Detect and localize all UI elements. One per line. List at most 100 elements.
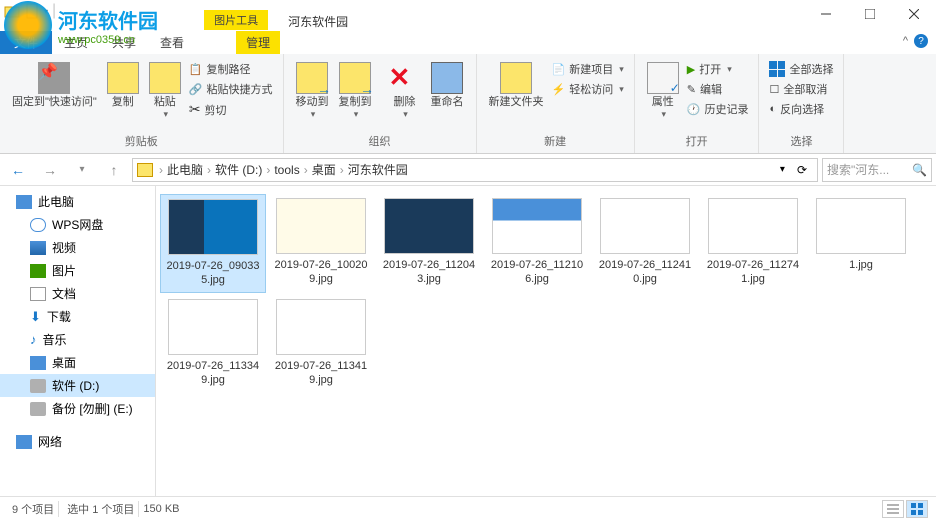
forward-button[interactable]: →	[36, 158, 64, 182]
recent-locations-button[interactable]: ▾	[68, 158, 96, 182]
nav-network[interactable]: 网络	[0, 430, 155, 453]
select-all-button[interactable]: 全部选择	[767, 60, 835, 78]
drive-icon	[30, 402, 46, 416]
properties-icon[interactable]	[24, 3, 40, 19]
thumbnails-view-button[interactable]	[906, 500, 928, 518]
documents-icon	[30, 287, 46, 301]
folder-icon[interactable]	[4, 3, 20, 19]
nav-drive-d[interactable]: 软件 (D:)	[0, 374, 155, 397]
history-button[interactable]: 🕐历史记录	[685, 100, 751, 118]
paste-button[interactable]: 粘贴 ▾	[145, 60, 185, 122]
breadcrumb[interactable]: 河东软件园	[346, 161, 410, 178]
nav-desktop[interactable]: 桌面	[0, 351, 155, 374]
maximize-button[interactable]	[848, 0, 892, 28]
ribbon-group-new: 新建文件夹 📄新建项目▾ ⚡轻松访问▾ 新建	[477, 54, 635, 153]
nav-this-pc[interactable]: 此电脑	[0, 190, 155, 213]
nav-music[interactable]: ♪音乐	[0, 328, 155, 351]
video-icon	[30, 241, 46, 255]
paste-shortcut-button[interactable]: 🔗粘贴快捷方式	[187, 80, 275, 98]
rename-button[interactable]: 重命名	[427, 60, 468, 111]
ribbon-group-clipboard: 📌 固定到"快速访问" 复制 粘贴 ▾ 📋复制路径 🔗粘贴快捷方式 ✂剪切 剪贴…	[0, 54, 284, 153]
tab-file[interactable]: 文件	[0, 31, 52, 54]
breadcrumb[interactable]: tools	[272, 163, 301, 177]
select-all-icon	[769, 61, 785, 77]
copy-path-button[interactable]: 📋复制路径	[187, 60, 275, 78]
file-item[interactable]: 1.jpg	[808, 194, 914, 293]
navigation-pane: 此电脑 WPS网盘 视频 图片 文档 ⬇下载 ♪音乐 桌面 软件 (D:) 备份…	[0, 186, 156, 496]
thumbnail	[276, 198, 366, 254]
pin-to-quick-access-button[interactable]: 📌 固定到"快速访问"	[8, 60, 101, 111]
nav-videos[interactable]: 视频	[0, 236, 155, 259]
invert-selection-button[interactable]: ◐反向选择	[767, 100, 835, 118]
move-to-button[interactable]: 移动到 ▾	[292, 60, 333, 122]
new-folder-button[interactable]: 新建文件夹	[485, 60, 548, 111]
new-item-button[interactable]: 📄新建项目▾	[550, 60, 626, 78]
close-button[interactable]	[892, 0, 936, 28]
file-item[interactable]: 2019-07-26_112741.jpg	[700, 194, 806, 293]
nav-downloads[interactable]: ⬇下载	[0, 305, 155, 328]
file-item[interactable]: 2019-07-26_112106.jpg	[484, 194, 590, 293]
file-label: 1.jpg	[849, 258, 873, 272]
search-input[interactable]: 搜索"河东... 🔍	[822, 158, 932, 182]
minimize-button[interactable]	[804, 0, 848, 28]
qat-dropdown-icon[interactable]: ▾	[44, 7, 48, 16]
details-view-button[interactable]	[882, 500, 904, 518]
up-button[interactable]: ↑	[100, 158, 128, 182]
thumbnail	[276, 299, 366, 355]
file-label: 2019-07-26_112410.jpg	[596, 258, 694, 287]
open-icon: ▶	[687, 63, 695, 76]
tab-view[interactable]: 查看	[148, 31, 196, 54]
file-label: 2019-07-26_112106.jpg	[488, 258, 586, 287]
group-label-organize: 组织	[292, 131, 468, 151]
drive-icon	[30, 379, 46, 393]
pin-icon: 📌	[38, 62, 70, 94]
copy-to-button[interactable]: 复制到 ▾	[335, 60, 376, 122]
copy-button[interactable]: 复制	[103, 60, 143, 111]
address-bar[interactable]: › 此电脑 › 软件 (D:) › tools › 桌面 › 河东软件园 ▾ ⟳	[132, 158, 818, 182]
breadcrumb[interactable]: 软件 (D:)	[213, 161, 264, 178]
easy-access-button[interactable]: ⚡轻松访问▾	[550, 80, 626, 98]
breadcrumb[interactable]: 此电脑	[165, 161, 205, 178]
file-item[interactable]: 2019-07-26_112410.jpg	[592, 194, 698, 293]
cut-button[interactable]: ✂剪切	[187, 100, 275, 119]
nav-documents[interactable]: 文档	[0, 282, 155, 305]
delete-button[interactable]: ✕ 删除 ▾	[385, 60, 425, 122]
rename-icon	[431, 62, 463, 94]
copy-to-icon	[339, 62, 371, 94]
file-item[interactable]: 2019-07-26_112043.jpg	[376, 194, 482, 293]
breadcrumb[interactable]: 桌面	[310, 161, 338, 178]
back-button[interactable]: ←	[4, 158, 32, 182]
nav-pictures[interactable]: 图片	[0, 259, 155, 282]
file-item[interactable]: 2019-07-26_113349.jpg	[160, 295, 266, 392]
chevron-down-icon: ▾	[164, 109, 169, 120]
edit-button[interactable]: ✎编辑	[685, 80, 751, 98]
file-view[interactable]: 2019-07-26_090335.jpg2019-07-26_100209.j…	[156, 186, 936, 496]
history-icon: 🕐	[687, 103, 701, 116]
file-item[interactable]: 2019-07-26_100209.jpg	[268, 194, 374, 293]
properties-button[interactable]: 属性 ▾	[643, 60, 683, 122]
tab-share[interactable]: 共享	[100, 31, 148, 54]
tab-home[interactable]: 主页	[52, 31, 100, 54]
open-button[interactable]: ▶打开▾	[685, 60, 751, 78]
tab-manage[interactable]: 管理	[236, 31, 280, 54]
file-item[interactable]: 2019-07-26_090335.jpg	[160, 194, 266, 293]
ribbon-tabs: 文件 主页 共享 查看 管理 ^ ?	[0, 30, 936, 54]
address-bar-row: ← → ▾ ↑ › 此电脑 › 软件 (D:) › tools › 桌面 › 河…	[0, 154, 936, 186]
help-icon[interactable]: ?	[914, 34, 928, 48]
group-label-select: 选择	[767, 131, 835, 151]
new-item-icon: 📄	[552, 63, 566, 76]
file-item[interactable]: 2019-07-26_113419.jpg	[268, 295, 374, 392]
ribbon-collapse-icon[interactable]: ^	[903, 35, 908, 47]
window-title: 河东软件园	[288, 13, 348, 30]
select-none-button[interactable]: ☐全部取消	[767, 80, 835, 98]
nav-wps[interactable]: WPS网盘	[0, 213, 155, 236]
group-label-clipboard: 剪贴板	[8, 131, 275, 151]
refresh-icon[interactable]: ⟳	[791, 163, 813, 177]
ribbon-group-organize: 移动到 ▾ 复制到 ▾ ✕ 删除 ▾ 重命名 组织	[284, 54, 477, 153]
status-size: 150 KB	[143, 503, 179, 515]
easy-access-icon: ⚡	[552, 83, 566, 96]
thumbnail	[384, 198, 474, 254]
qat-separator: |	[52, 2, 56, 20]
nav-drive-e[interactable]: 备份 [勿删] (E:)	[0, 397, 155, 420]
dropdown-icon[interactable]: ▾	[774, 164, 791, 175]
